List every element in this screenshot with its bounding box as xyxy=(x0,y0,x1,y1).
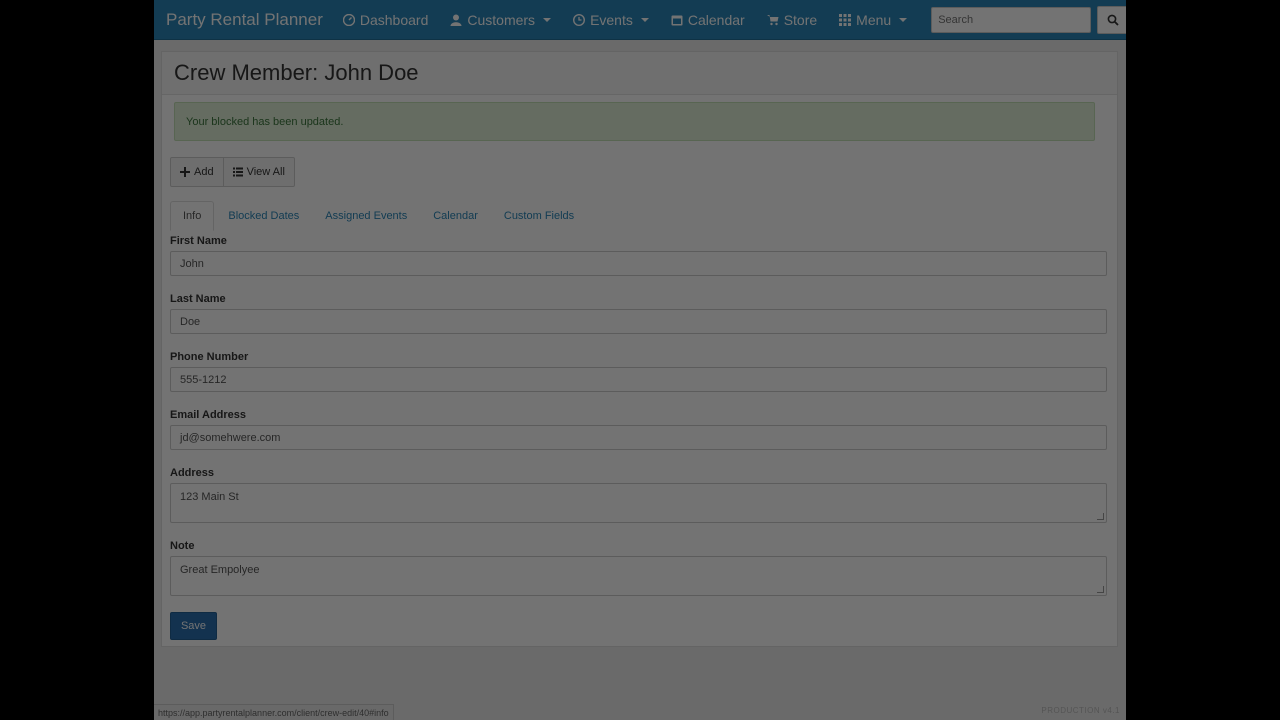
tab-assigned-events[interactable]: Assigned Events xyxy=(313,202,419,230)
crew-tabs: Info Blocked Dates Assigned Events Calen… xyxy=(170,200,1110,232)
success-alert: Your blocked has been updated. xyxy=(174,102,1095,141)
note-group: Note Great Empolyee xyxy=(170,537,1110,596)
resize-handle-icon[interactable] xyxy=(1097,513,1104,520)
nav-dashboard-label: Dashboard xyxy=(359,11,429,28)
nav-customers[interactable]: Customers xyxy=(450,11,552,28)
last-name-group: Last Name Doe xyxy=(170,290,1110,334)
nav-calendar[interactable]: Calendar xyxy=(671,12,745,28)
note-label: Note xyxy=(170,540,195,552)
address-label: Address xyxy=(170,467,215,479)
first-name-label: First Name xyxy=(170,235,227,247)
chevron-down-icon xyxy=(899,17,908,22)
last-name-label: Last Name xyxy=(170,293,226,305)
phone-group: Phone Number 555-1212 xyxy=(170,348,1110,392)
version-label: PRODUCTION v4.1 xyxy=(1041,706,1120,715)
top-navbar: Party Rental Planner Dashboard Customers… xyxy=(154,0,1126,40)
email-label: Email Address xyxy=(170,409,247,421)
page-title: Crew Member: John Doe xyxy=(174,60,419,85)
nav-customers-label: Customers xyxy=(467,11,536,28)
app-window: Party Rental Planner Dashboard Customers… xyxy=(154,0,1126,720)
cart-icon xyxy=(766,14,779,25)
first-name-field[interactable]: John xyxy=(170,251,1107,276)
nav-menu[interactable]: Menu xyxy=(839,11,908,28)
last-name-field[interactable]: Doe xyxy=(170,309,1107,334)
phone-label: Phone Number xyxy=(170,351,249,363)
dashboard-icon xyxy=(342,13,355,26)
action-button-group: Add View All xyxy=(170,157,295,187)
address-group: Address 123 Main St xyxy=(170,464,1110,523)
phone-field[interactable]: 555-1212 xyxy=(170,367,1107,392)
address-value: 123 Main St xyxy=(180,491,239,503)
tab-custom-fields[interactable]: Custom Fields xyxy=(492,202,586,230)
panel-heading: Crew Member: John Doe xyxy=(162,52,1117,95)
nav-events-label: Events xyxy=(590,11,633,28)
add-button[interactable]: Add xyxy=(170,157,224,187)
note-field[interactable]: Great Empolyee xyxy=(170,556,1107,596)
nav-calendar-label: Calendar xyxy=(687,11,745,28)
view-all-button[interactable]: View All xyxy=(223,157,295,187)
tab-blocked-dates[interactable]: Blocked Dates xyxy=(216,202,311,230)
first-name-group: First Name John xyxy=(170,232,1110,276)
resize-handle-icon[interactable] xyxy=(1097,586,1104,593)
crew-member-panel: Crew Member: John Doe Your blocked has b… xyxy=(161,51,1118,647)
search-input[interactable] xyxy=(931,6,1092,33)
search-icon xyxy=(1107,14,1119,26)
address-field[interactable]: 123 Main St xyxy=(170,483,1107,523)
brand-link[interactable]: Party Rental Planner xyxy=(166,10,323,30)
add-button-label: Add xyxy=(194,166,214,178)
nav-store[interactable]: Store xyxy=(766,11,818,28)
nav-menu-label: Menu xyxy=(856,11,892,28)
search-button[interactable] xyxy=(1097,5,1126,34)
chevron-down-icon xyxy=(640,17,649,22)
email-group: Email Address jd@somehwere.com xyxy=(170,406,1110,450)
search-form xyxy=(931,5,1126,34)
chevron-down-icon xyxy=(543,17,552,22)
status-bar-url: https://app.partyrentalplanner.com/clien… xyxy=(154,704,394,720)
view-all-button-label: View All xyxy=(246,166,285,178)
plus-icon xyxy=(180,167,190,177)
list-icon xyxy=(232,167,243,177)
user-icon xyxy=(450,14,462,26)
save-button[interactable]: Save xyxy=(170,612,217,640)
nav-store-label: Store xyxy=(783,11,818,28)
nav-dashboard[interactable]: Dashboard xyxy=(342,11,429,28)
email-field[interactable]: jd@somehwere.com xyxy=(170,425,1107,450)
nav-events[interactable]: Events xyxy=(573,12,649,28)
crew-info-form: First Name John Last Name Doe Phone Numb… xyxy=(170,232,1110,610)
tab-info[interactable]: Info xyxy=(170,201,215,231)
tab-calendar[interactable]: Calendar xyxy=(421,202,490,230)
grid-icon xyxy=(839,13,852,26)
clock-icon xyxy=(573,13,586,26)
calendar-icon xyxy=(671,15,683,25)
note-value: Great Empolyee xyxy=(180,564,260,576)
